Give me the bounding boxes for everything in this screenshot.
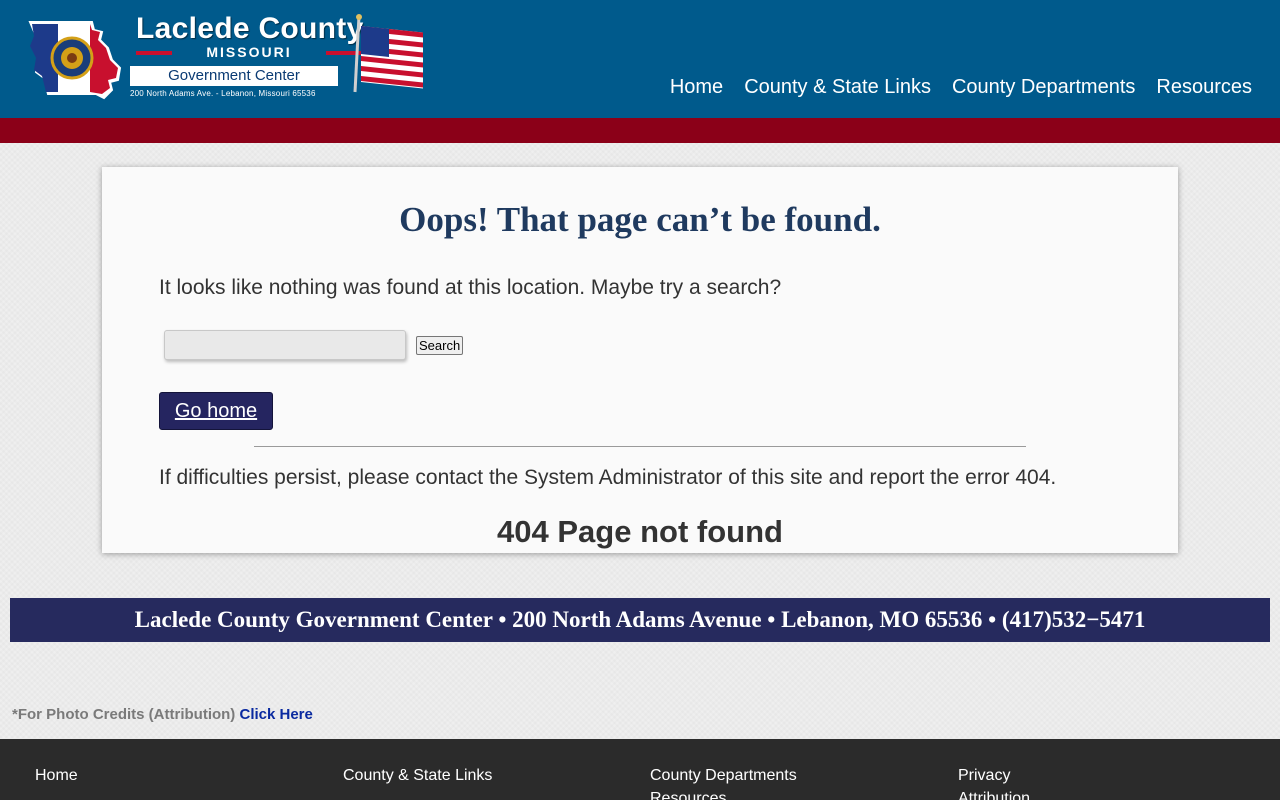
header-red-band — [0, 118, 1280, 143]
page-title: Oops! That page can’t be found. — [399, 200, 881, 239]
footer-link-county-state-links[interactable]: County & State Links — [343, 767, 492, 785]
credits-prefix: *For Photo Credits (Attribution) — [12, 706, 236, 723]
logo-state: MISSOURI — [130, 44, 368, 60]
logo-address: 200 North Adams Ave. - Lebanon, Missouri… — [130, 89, 316, 98]
divider — [254, 446, 1026, 447]
site-footer: Home County & State Links County Departm… — [0, 739, 1280, 800]
credits-link[interactable]: Click Here — [239, 706, 312, 723]
county-logo[interactable]: Laclede County MISSOURI Government Cente… — [28, 12, 428, 107]
nav-county-state-links[interactable]: County & State Links — [744, 76, 931, 98]
nav-home[interactable]: Home — [670, 76, 723, 98]
search-button[interactable]: Search — [416, 336, 464, 355]
logo-subtitle: Government Center — [130, 66, 338, 86]
footer-link-home[interactable]: Home — [35, 767, 78, 785]
footer-link-resources[interactable]: Resources — [650, 790, 726, 800]
footer-link-county-departments[interactable]: County Departments — [650, 767, 797, 785]
search-input[interactable] — [164, 330, 406, 360]
missouri-seal-icon — [28, 21, 122, 100]
persist-text: If difficulties persist, please contact … — [159, 466, 1057, 489]
error-heading: 404 Page not found — [497, 514, 783, 549]
nav-county-departments[interactable]: County Departments — [952, 76, 1135, 98]
main-nav: Home County & State Links County Departm… — [670, 76, 1252, 98]
footer-link-privacy[interactable]: Privacy — [958, 767, 1010, 785]
american-flag-icon — [353, 14, 423, 93]
address-bar: Laclede County Government Center • 200 N… — [10, 598, 1270, 642]
logo-title: Laclede County — [136, 12, 364, 45]
photo-credits: *For Photo Credits (Attribution) Click H… — [12, 706, 313, 723]
nav-resources[interactable]: Resources — [1156, 76, 1252, 98]
go-home-button[interactable]: Go home — [159, 392, 273, 430]
site-header: Laclede County MISSOURI Government Cente… — [0, 0, 1280, 118]
lead-text: It looks like nothing was found at this … — [159, 276, 782, 299]
footer-link-attribution[interactable]: Attribution — [958, 790, 1030, 800]
